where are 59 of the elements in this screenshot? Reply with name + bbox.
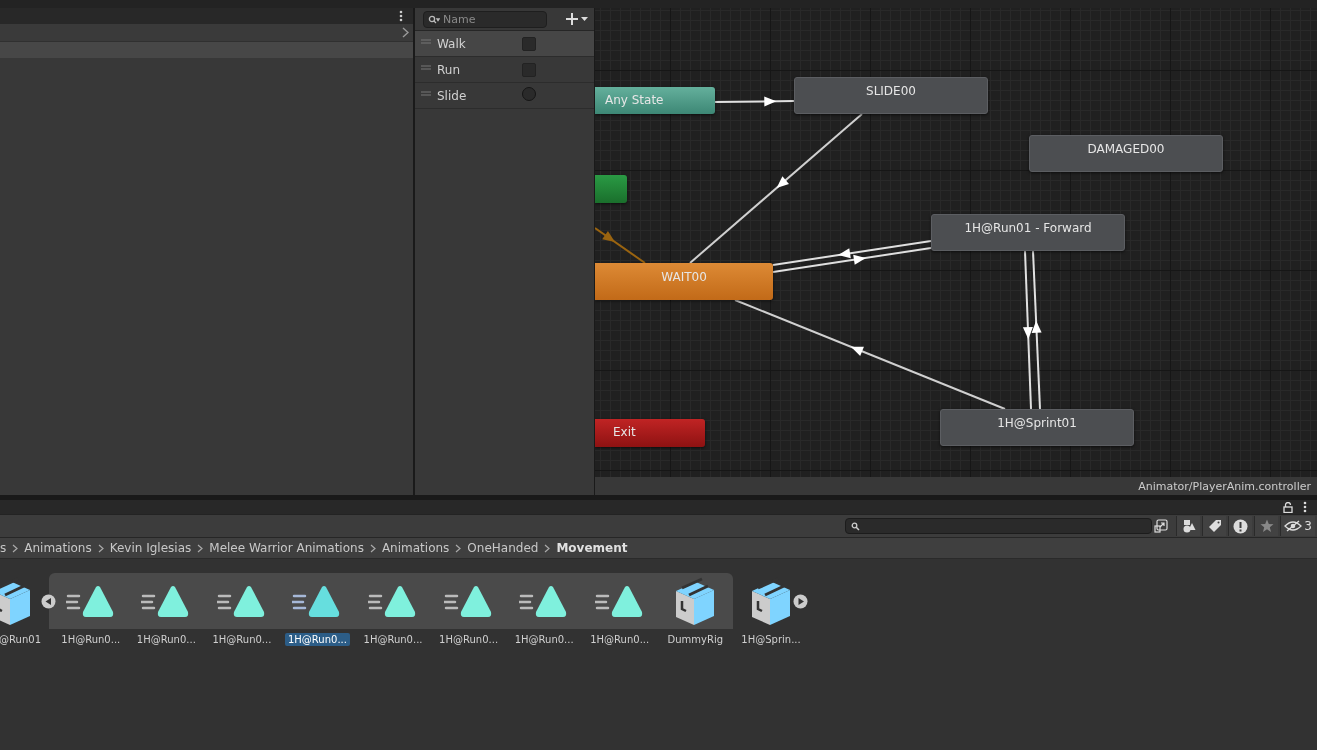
breadcrumb-link[interactable]: Kevin Iglesias [109, 541, 192, 555]
state-node[interactable]: SLIDE00 [794, 77, 988, 114]
open-window-icon[interactable] [1154, 519, 1169, 533]
state-node[interactable]: DAMAGED00 [1029, 135, 1223, 172]
chevron-right-icon [97, 543, 104, 553]
breadcrumb-link[interactable]: Melee Warrior Animations [209, 541, 364, 555]
drag-handle-icon[interactable] [421, 38, 431, 44]
breadcrumb-link[interactable]: Animations [381, 541, 450, 555]
search-field[interactable] [845, 518, 1153, 534]
asset-label[interactable]: 1H@Run0... [587, 633, 653, 646]
breadcrumb-link[interactable]: Animations [24, 541, 92, 555]
asset-label[interactable]: 1H@Run0... [285, 633, 350, 646]
checkbox[interactable] [522, 36, 536, 51]
lock-icon[interactable] [1283, 501, 1293, 513]
asset-label[interactable]: 1H@Run0... [436, 633, 502, 646]
parameter-row[interactable]: Walk [415, 31, 594, 57]
transition-arrow[interactable] [595, 227, 646, 264]
state-node[interactable]: 1H@Sprint01 [940, 409, 1134, 446]
asset-label[interactable]: 1H@Run0... [511, 633, 577, 646]
parameter-name: Slide [437, 88, 468, 103]
shapes-icon[interactable] [1176, 516, 1201, 536]
asset-label[interactable]: 1H@Run0... [209, 633, 275, 646]
drag-handle-icon[interactable] [421, 90, 431, 96]
transition-arrow[interactable] [714, 96, 795, 107]
parameter-name: Walk [437, 36, 467, 51]
asset-label[interactable]: 1H@Sprin... [738, 633, 804, 646]
search-icon [851, 521, 861, 531]
chevron-right-icon [12, 543, 19, 553]
search-field[interactable]: Name [423, 10, 547, 28]
transition-arrow[interactable] [1022, 250, 1033, 410]
chevron-right-icon [197, 543, 204, 553]
state-node[interactable]: Exit [595, 419, 705, 447]
hidden-packages-button[interactable]: 3 [1280, 516, 1315, 536]
entry-node[interactable] [595, 175, 627, 203]
chevron-right-icon[interactable] [402, 27, 409, 38]
asset-label[interactable]: 1H@Run0... [58, 633, 124, 646]
chevron-right-icon [369, 543, 376, 553]
trigger-toggle[interactable] [522, 86, 536, 101]
breadcrumb-link[interactable]: OneHanded [467, 541, 539, 555]
controller-path: Animator/PlayerAnim.controller [1138, 479, 1311, 493]
breadcrumb-link[interactable]: s [0, 541, 7, 555]
asset-label[interactable]: 1H@Run0... [133, 633, 199, 646]
drag-handle-icon[interactable] [421, 64, 431, 70]
tag-icon[interactable] [1202, 516, 1227, 536]
parameter-row[interactable]: Slide [415, 83, 594, 109]
asset-label[interactable]: @Run01 [0, 633, 44, 646]
more-icon[interactable] [399, 10, 403, 22]
warning-icon[interactable] [1228, 516, 1253, 536]
more-icon[interactable] [1303, 501, 1307, 513]
breadcrumb-link[interactable]: Movement [556, 541, 628, 555]
chevron-right-icon [544, 543, 551, 553]
parameter-row[interactable]: Run [415, 57, 594, 83]
eye-slash-icon [1284, 520, 1303, 532]
chevron-right-icon [455, 543, 462, 553]
asset-label[interactable]: DummyRig [664, 633, 727, 646]
add-dropdown-icon[interactable] [565, 12, 589, 26]
parameter-name: Run [437, 62, 461, 77]
state-node[interactable]: 1H@Run01 - Forward [931, 214, 1125, 251]
asset-label[interactable]: 1H@Run0... [360, 633, 426, 646]
